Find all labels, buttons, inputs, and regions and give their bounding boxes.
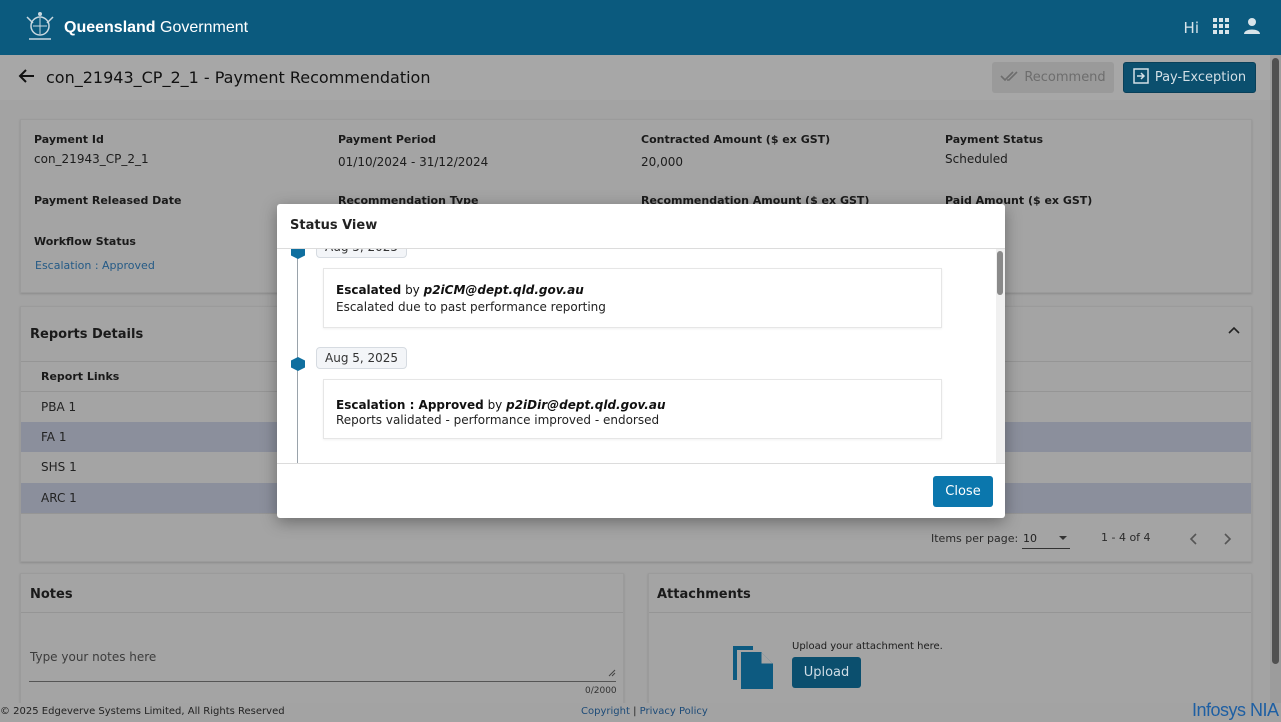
- status-timeline[interactable]: Aug 5, 2025 Escalated by p2iCM@dept.qld.…: [277, 249, 1005, 463]
- back-arrow-icon[interactable]: [18, 68, 36, 87]
- items-per-page-select[interactable]: 10: [1022, 527, 1070, 549]
- prev-page-icon[interactable]: [1188, 532, 1198, 549]
- contracted-amount-value: 20,000: [641, 155, 683, 169]
- report-link[interactable]: FA 1: [41, 430, 66, 444]
- payment-status-value: Scheduled: [945, 152, 1008, 166]
- dialog-scroll-thumb[interactable]: [997, 251, 1003, 295]
- attachments-title: Attachments: [657, 587, 751, 602]
- footer-separator: |: [633, 706, 637, 717]
- reports-details-title: Reports Details: [30, 327, 144, 342]
- page-range: 1 - 4 of 4: [1101, 531, 1151, 544]
- timeline-entry: Escalated by p2iCM@dept.qld.gov.au Escal…: [323, 268, 942, 328]
- user-account-icon[interactable]: [1243, 17, 1261, 38]
- items-per-page-label: Items per page:: [931, 532, 1019, 545]
- notes-card: Notes Type your notes here 0/2000: [20, 573, 624, 713]
- page-title: con_21943_CP_2_1 - Payment Recommendatio…: [46, 68, 431, 87]
- recommend-button[interactable]: Recommend: [992, 62, 1114, 93]
- payment-period-value: 01/10/2024 - 31/12/2024: [338, 155, 489, 169]
- notes-textarea[interactable]: Type your notes here: [29, 644, 616, 682]
- copyright-text: © 2025 Edgeverve Systems Limited, All Ri…: [0, 706, 285, 717]
- report-link[interactable]: PBA 1: [41, 400, 76, 414]
- workflow-status-link[interactable]: Escalation : Approved: [35, 259, 155, 272]
- payment-status-label: Payment Status: [945, 133, 1044, 146]
- page-scrollbar[interactable]: [1270, 55, 1281, 705]
- entry-comment: Reports validated - performance improved…: [336, 413, 660, 427]
- attachments-card: Attachments Upload your attachment here.…: [648, 573, 1252, 713]
- qld-crest-logo: [20, 11, 60, 45]
- status-view-dialog: Status View Aug 5, 2025 Escalated by p2i…: [277, 204, 1005, 518]
- entry-heading: Escalation : Approved by p2iDir@dept.qld…: [336, 398, 666, 412]
- notes-title: Notes: [30, 587, 73, 602]
- greeting-text: Hi: [1183, 18, 1199, 37]
- next-page-icon[interactable]: [1223, 532, 1233, 549]
- released-date-label: Payment Released Date: [34, 194, 182, 207]
- timeline-date: Aug 5, 2025: [316, 347, 408, 369]
- page-title-bar: con_21943_CP_2_1 - Payment Recommendatio…: [0, 55, 1270, 100]
- collapse-chevron-icon[interactable]: [1227, 324, 1241, 338]
- file-copy-icon: [731, 640, 775, 693]
- privacy-policy-link[interactable]: Privacy Policy: [640, 706, 708, 717]
- double-check-icon: [1000, 70, 1020, 86]
- notes-placeholder: Type your notes here: [30, 650, 157, 664]
- pay-exception-button[interactable]: Pay-Exception: [1123, 62, 1256, 93]
- page-scroll-thumb[interactable]: [1272, 58, 1279, 664]
- dialog-title: Status View: [290, 218, 378, 233]
- report-link[interactable]: SHS 1: [41, 460, 77, 474]
- timeline-date: Aug 5, 2025: [316, 249, 408, 258]
- upload-button[interactable]: Upload: [792, 657, 861, 688]
- dropdown-caret-icon: [1058, 531, 1068, 545]
- close-button[interactable]: Close: [933, 476, 993, 507]
- page-footer: © 2025 Edgeverve Systems Limited, All Ri…: [0, 700, 1281, 722]
- payment-period-label: Payment Period: [338, 133, 437, 146]
- payment-id-value: con_21943_CP_2_1: [34, 152, 149, 166]
- dialog-scrollbar[interactable]: [996, 249, 1005, 463]
- upload-hint: Upload your attachment here.: [792, 641, 943, 652]
- resize-handle-icon[interactable]: [608, 666, 616, 680]
- notes-divider: [21, 612, 623, 613]
- exit-to-app-icon: [1133, 67, 1149, 88]
- attachments-divider: [649, 612, 1251, 613]
- copyright-link[interactable]: Copyright: [581, 706, 630, 717]
- notes-char-counter: 0/2000: [585, 686, 617, 696]
- entry-comment: Escalated due to past performance report…: [336, 300, 606, 314]
- timeline-marker: [291, 249, 305, 259]
- workflow-status-label: Workflow Status: [34, 235, 136, 248]
- top-header: Queensland Government Hi: [0, 0, 1281, 55]
- report-links-header: Report Links: [41, 370, 120, 383]
- infosys-nia-logo: Infosys NIA: [1192, 700, 1279, 720]
- dialog-footer-divider: [277, 463, 1005, 464]
- timeline-entry: Escalation : Approved by p2iDir@dept.qld…: [323, 379, 942, 439]
- entry-heading: Escalated by p2iCM@dept.qld.gov.au: [336, 283, 584, 297]
- apps-grid-icon[interactable]: [1213, 18, 1229, 37]
- brand-title: Queensland Government: [64, 18, 249, 36]
- contracted-amount-label: Contracted Amount ($ ex GST): [641, 133, 831, 146]
- timeline-line: [297, 249, 298, 463]
- timeline-marker: [291, 357, 305, 371]
- payment-id-label: Payment Id: [34, 133, 104, 146]
- report-link[interactable]: ARC 1: [41, 491, 77, 505]
